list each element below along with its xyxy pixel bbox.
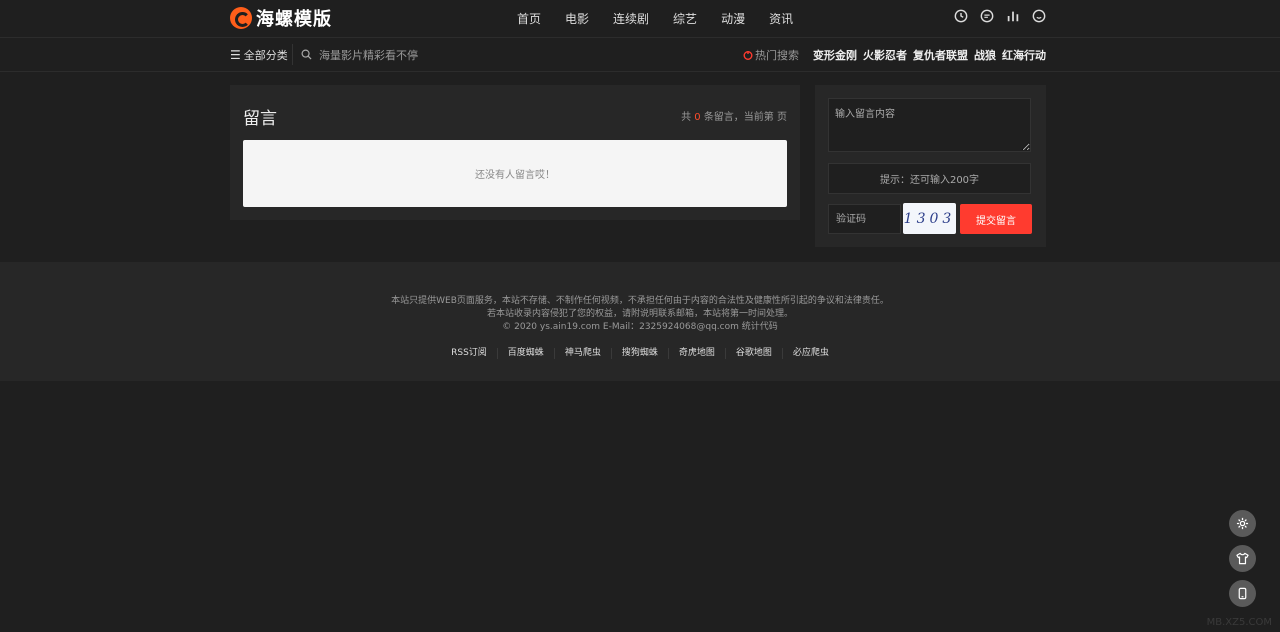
smile-icon[interactable] xyxy=(1032,9,1046,23)
footer-link[interactable]: RSS订阅 xyxy=(441,348,497,359)
footer-link[interactable]: 谷歌地图 xyxy=(724,348,782,359)
top-navbar: 海螺模版 首页 电影 连续剧 综艺 动漫 资讯 xyxy=(0,0,1280,38)
nav-news[interactable]: 资讯 xyxy=(769,10,793,27)
watermark: MB.XZ5.COM xyxy=(1206,617,1272,628)
subbar-divider xyxy=(292,44,293,65)
captcha-input[interactable] xyxy=(828,204,901,234)
search-icon xyxy=(301,49,312,60)
footer-link[interactable]: 百度蜘蛛 xyxy=(496,348,554,359)
gear-icon xyxy=(1236,517,1249,530)
footer-disclaimer: 本站只提供WEB页面服务，本站不存储、不制作任何视频，不承担任何由于内容的合法性… xyxy=(0,295,1280,334)
main-nav: 首页 电影 连续剧 综艺 动漫 资讯 xyxy=(505,0,805,37)
hot-search-item[interactable]: 复仇者联盟 xyxy=(913,47,968,63)
footer-link[interactable]: 奇虎地图 xyxy=(667,348,725,359)
empty-message-box: 还没有人留言哎！ xyxy=(243,140,787,207)
search-input[interactable]: 海量影片精彩看不停 xyxy=(319,47,418,63)
message-count-value: 0 xyxy=(694,112,701,123)
menu-icon: ☰ xyxy=(230,47,241,62)
footer-line: 本站只提供WEB页面服务，本站不存储、不制作任何视频，不承担任何由于内容的合法性… xyxy=(391,296,889,306)
footer-link[interactable]: 神马爬虫 xyxy=(553,348,611,359)
logo-icon xyxy=(230,7,252,29)
floating-toolbar xyxy=(1229,510,1256,615)
chart-icon[interactable] xyxy=(1006,9,1020,23)
captcha-image[interactable]: 1303 xyxy=(903,203,956,234)
footer-link[interactable]: 搜狗蜘蛛 xyxy=(610,348,668,359)
footer-link[interactable]: 必应爬虫 xyxy=(781,348,839,359)
footer-line: 若本站收录内容侵犯了您的权益，请附说明联系邮箱，本站将第一时间处理。 xyxy=(486,309,793,319)
phone-icon xyxy=(1238,587,1247,600)
hot-search: 热门搜索 变形金刚 火影忍者 复仇者联盟 战狼 红海行动 xyxy=(743,38,1046,71)
shirt-icon xyxy=(1236,552,1249,565)
clock-icon[interactable] xyxy=(954,9,968,23)
footer-links: RSS订阅 百度蜘蛛 神马爬虫 搜狗蜘蛛 奇虎地图 谷歌地图 必应爬虫 xyxy=(0,348,1280,359)
footer-copyright: © 2020 ys.ain19.com E-Mail：2325924068@qq… xyxy=(502,322,778,332)
all-categories-button[interactable]: ☰ 全部分类 xyxy=(230,38,288,71)
nav-series[interactable]: 连续剧 xyxy=(613,10,649,27)
hot-search-item[interactable]: 战狼 xyxy=(974,47,996,63)
footer: 本站只提供WEB页面服务，本站不存储、不制作任何视频，不承担任何由于内容的合法性… xyxy=(0,262,1280,381)
message-textarea[interactable] xyxy=(828,98,1031,152)
header-icons xyxy=(942,9,1046,23)
hot-search-item[interactable]: 红海行动 xyxy=(1002,47,1046,63)
sub-navbar: ☰ 全部分类 海量影片精彩看不停 热门搜索 变形金刚 火影忍者 复仇者联盟 战狼… xyxy=(0,38,1280,72)
nav-home[interactable]: 首页 xyxy=(517,10,541,27)
theme-button[interactable] xyxy=(1229,545,1256,572)
site-logo[interactable]: 海螺模版 xyxy=(230,5,332,31)
all-categories-label: 全部分类 xyxy=(243,48,288,62)
page-title: 留言 xyxy=(243,109,277,129)
hot-search-label: 热门搜索 xyxy=(743,47,799,63)
settings-button[interactable] xyxy=(1229,510,1256,537)
nav-variety[interactable]: 综艺 xyxy=(673,10,697,27)
logo-text: 海螺模版 xyxy=(256,9,332,30)
message-count: 共 0 条留言，当前第 页 xyxy=(681,112,787,123)
hot-search-item[interactable]: 变形金刚 xyxy=(813,47,857,63)
submit-message-button[interactable]: 提交留言 xyxy=(960,204,1032,234)
message-form: 提示：还可输入200字 1303 提交留言 xyxy=(815,85,1046,247)
empty-message-text: 还没有人留言哎！ xyxy=(475,170,555,181)
nav-anime[interactable]: 动漫 xyxy=(721,10,745,27)
chat-icon[interactable] xyxy=(980,9,994,23)
search-box[interactable]: 海量影片精彩看不停 xyxy=(301,38,418,71)
fire-icon xyxy=(743,50,753,60)
char-limit-tip: 提示：还可输入200字 xyxy=(828,163,1031,194)
mobile-button[interactable] xyxy=(1229,580,1256,607)
guestbook-panel: 留言 共 0 条留言，当前第 页 还没有人留言哎！ xyxy=(230,85,800,220)
hot-search-item[interactable]: 火影忍者 xyxy=(863,47,907,63)
nav-movies[interactable]: 电影 xyxy=(565,10,589,27)
